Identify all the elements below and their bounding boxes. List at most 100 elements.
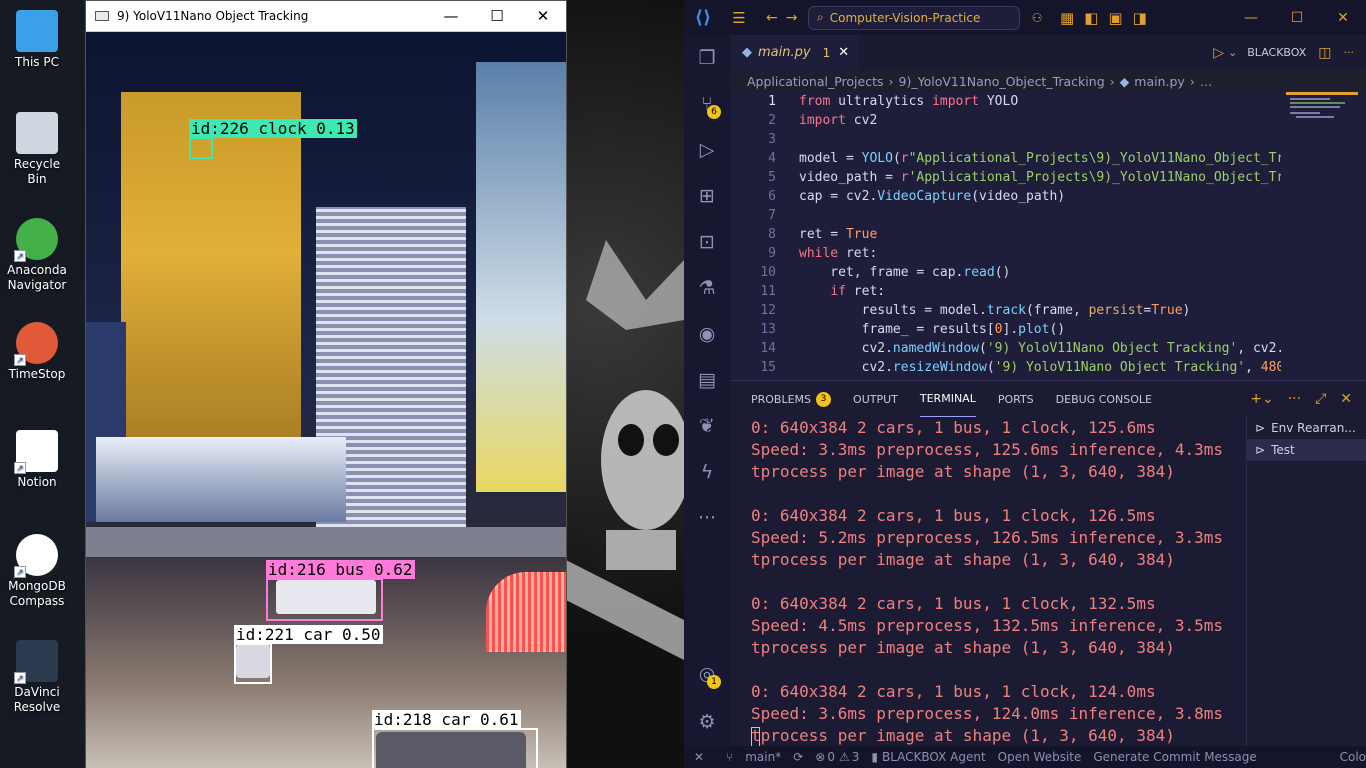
activity-bar: ❐ ⑂ 6 ▷ ⊞ ⊡ ⚗ ◉ ▤ ❦ ϟ ··· ◎ 1 ⚙ xyxy=(684,35,730,746)
code-line[interactable]: 14 cv2.namedWindow('9) YoloV11Nano Objec… xyxy=(730,339,1290,358)
vscode-minimize-button[interactable]: — xyxy=(1228,10,1274,26)
bolt-icon[interactable]: ϟ xyxy=(684,449,730,495)
maximize-panel-icon[interactable]: ⤢ xyxy=(1315,391,1326,407)
tab-output[interactable]: OUTPUT xyxy=(853,381,898,417)
source-control-icon[interactable]: ⑂ 6 xyxy=(684,81,730,127)
toggle-secondary-sidebar-icon[interactable]: ◨ xyxy=(1133,9,1147,27)
code-line[interactable]: 8 ret = True xyxy=(730,225,1290,244)
tracking-window-titlebar[interactable]: 9) YoloV11Nano Object Tracking — ☐ ✕ xyxy=(86,1,566,32)
code-line[interactable]: 1 from ultralytics import YOLO xyxy=(730,92,1290,111)
window-controls[interactable]: — ☐ ✕ xyxy=(1228,10,1366,26)
remote-explorer-icon[interactable]: ⊡ xyxy=(684,219,730,265)
sync-icon[interactable]: ⟳ xyxy=(793,750,803,764)
vscode-close-button[interactable]: ✕ xyxy=(1320,10,1366,26)
github-icon[interactable]: ◉ xyxy=(684,311,730,357)
terminal-item-env[interactable]: ⊳ Env Rearran... xyxy=(1247,417,1366,439)
tracking-window[interactable]: 9) YoloV11Nano Object Tracking — ☐ ✕ id:… xyxy=(85,0,567,768)
desktop-icon-notion[interactable]: ↗ Notion xyxy=(4,430,70,490)
code-line[interactable]: 3 xyxy=(730,130,1290,149)
docker-icon-glyph: ▤ xyxy=(698,369,716,391)
error-count[interactable]: 0 xyxy=(827,750,835,764)
blackbox-button[interactable]: BLACKBOX xyxy=(1247,46,1306,59)
split-editor-icon[interactable]: ◫ xyxy=(1318,45,1331,61)
nav-arrows-icon[interactable]: ←→ xyxy=(756,10,808,26)
testing-icon[interactable]: ⚗ xyxy=(684,265,730,311)
desktop-icon-label: Notion xyxy=(17,475,57,489)
files-icon[interactable]: ❐ xyxy=(684,35,730,81)
account-icon[interactable]: ◎ 1 xyxy=(684,651,730,697)
terminal-item-test[interactable]: ⊳ Test xyxy=(1247,439,1366,461)
toggle-panel-icon[interactable]: ▣ xyxy=(1108,9,1122,27)
tab-main-py[interactable]: ◆ main.py 1 ✕ xyxy=(730,35,860,70)
layout-controls[interactable]: ▦ ◧ ▣ ◨ xyxy=(1054,9,1147,27)
line-number: 7 xyxy=(768,208,776,223)
code-line[interactable]: 13 frame_ = results[0].plot() xyxy=(730,320,1290,339)
tab-debug-console[interactable]: DEBUG CONSOLE xyxy=(1056,381,1152,417)
warning-count[interactable]: 3 xyxy=(852,750,860,764)
minimize-button[interactable]: — xyxy=(428,7,474,25)
breadcrumb-folder[interactable]: Applicational_Projects xyxy=(747,74,884,89)
close-panel-icon[interactable]: ✕ xyxy=(1340,391,1352,407)
extensions-icon[interactable]: ⊞ xyxy=(684,173,730,219)
mongodb-leaf-icon[interactable]: ❦ xyxy=(684,403,730,449)
code-line[interactable]: 15 cv2.resizeWindow('9) YoloV11Nano Obje… xyxy=(730,358,1290,377)
run-debug-icon[interactable]: ▷ xyxy=(684,127,730,173)
code-line[interactable]: 11 if ret: xyxy=(730,282,1290,301)
code-line[interactable]: 6 cap = cv2.VideoCapture(video_path) xyxy=(730,187,1290,206)
settings-gear-icon[interactable]: ⚙ xyxy=(684,699,730,745)
docker-icon[interactable]: ▤ xyxy=(684,357,730,403)
problems-badge: 3 xyxy=(816,391,832,407)
terminal-output[interactable]: 0: 640x384 2 cars, 1 bus, 1 clock, 125.6… xyxy=(751,417,1231,747)
breadcrumb-more[interactable]: … xyxy=(1200,74,1213,89)
desktop-icon-davinci[interactable]: ↗ DaVinci Resolve xyxy=(4,640,70,715)
code-editor[interactable]: 1 from ultralytics import YOLO 2 import cv2… xyxy=(730,92,1366,380)
copilot-icon[interactable]: ⚇ xyxy=(1020,11,1054,25)
toggle-sidebar-icon[interactable]: ◧ xyxy=(1084,9,1098,27)
color-status[interactable]: Colo xyxy=(1340,750,1366,764)
git-branch[interactable]: main* xyxy=(745,750,781,764)
blackbox-agent[interactable]: BLACKBOX Agent xyxy=(882,750,986,764)
open-website[interactable]: Open Website xyxy=(998,750,1082,764)
tab-close-icon[interactable]: ✕ xyxy=(838,45,849,60)
breadcrumb-subfolder[interactable]: 9)_YoloV11Nano_Object_Tracking xyxy=(899,74,1105,89)
generate-commit-message[interactable]: Generate Commit Message xyxy=(1093,750,1256,764)
line-number: 11 xyxy=(760,284,776,299)
vscode-window[interactable]: ⟨⟩ ☰ ←→ ⌕ Computer-Vision-Practice ⚇ ▦ ◧… xyxy=(684,0,1366,768)
code-line[interactable]: 4 model = YOLO(r"Applicational_Projects\9… xyxy=(730,149,1290,168)
detection-car-218: id:218 car 0.61 xyxy=(372,710,538,768)
remote-indicator-icon[interactable]: ✕ xyxy=(684,750,714,764)
maximize-button[interactable]: ☐ xyxy=(474,7,520,25)
tab-problems[interactable]: PROBLEMS 3 xyxy=(751,381,832,417)
customize-layout-icon[interactable]: ▦ xyxy=(1060,9,1074,27)
command-center-search[interactable]: ⌕ Computer-Vision-Practice xyxy=(808,5,1020,30)
menu-icon[interactable]: ☰ xyxy=(722,9,756,27)
terminal-icon: ⊳ xyxy=(1255,421,1266,435)
desktop-icon-monitor[interactable]: This PC xyxy=(4,10,70,70)
breadcrumb-file[interactable]: main.py xyxy=(1134,74,1185,89)
line-number: 12 xyxy=(760,303,776,318)
minimap[interactable] xyxy=(1286,92,1358,142)
panel-more-icon[interactable]: ··· xyxy=(1288,391,1301,407)
desktop-icon-recycle-bin[interactable]: Recycle Bin xyxy=(4,112,70,187)
code-line[interactable]: 5 video_path = r'Applicational_Projects\9… xyxy=(730,168,1290,187)
close-button[interactable]: ✕ xyxy=(520,7,566,25)
vscode-maximize-button[interactable]: ☐ xyxy=(1274,10,1320,26)
more-actions-icon[interactable]: ··· xyxy=(1344,46,1355,59)
desktop-icon-timestop[interactable]: ↗ TimeStop xyxy=(4,322,70,382)
minimap-line xyxy=(1290,106,1340,108)
desktop-icon-mongodb[interactable]: ↗ MongoDB Compass xyxy=(4,534,70,609)
code-line[interactable]: 7 xyxy=(730,206,1290,225)
code-line[interactable]: 12 results = model.track(frame, persist=… xyxy=(730,301,1290,320)
run-dropdown-icon[interactable]: ⌄ xyxy=(1228,46,1237,59)
code-line[interactable]: 2 import cv2 xyxy=(730,111,1290,130)
desktop-icon-anaconda[interactable]: ↗ Anaconda Navigator xyxy=(4,218,70,293)
code-line[interactable]: 10 ret, frame = cap.read() xyxy=(730,263,1290,282)
more-icon[interactable]: ··· xyxy=(684,495,730,541)
line-code: cv2.namedWindow('9) YoloV11Nano Object T… xyxy=(799,341,1281,356)
code-line[interactable]: 9 while ret: xyxy=(730,244,1290,263)
new-terminal-icon[interactable]: +⌄ xyxy=(1250,391,1273,407)
python-file-icon: ◆ xyxy=(1119,73,1130,89)
run-icon[interactable]: ▷ xyxy=(1213,45,1224,61)
tab-terminal[interactable]: TERMINAL xyxy=(919,381,976,417)
tab-ports[interactable]: PORTS xyxy=(998,381,1034,417)
